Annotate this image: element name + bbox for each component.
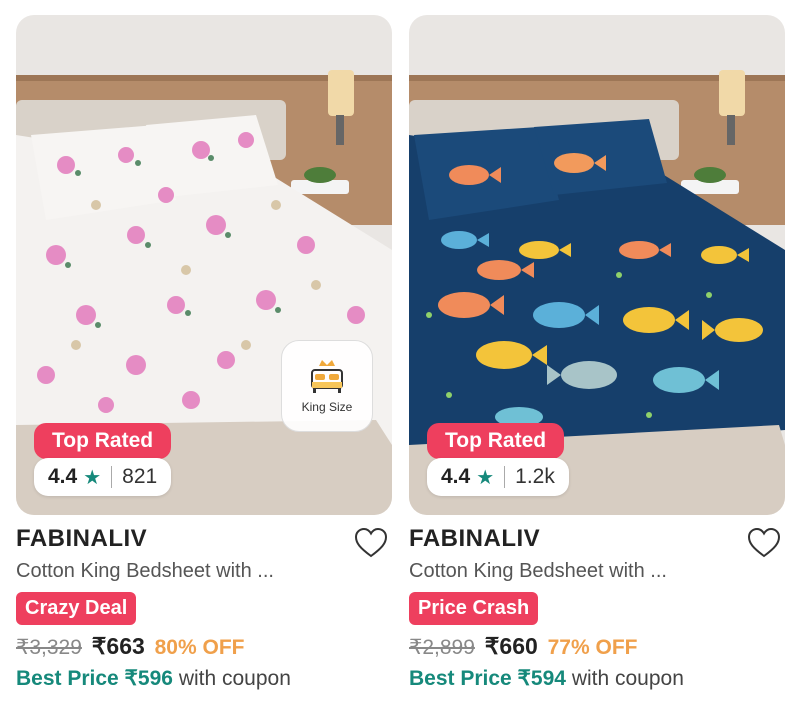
product-title[interactable]: Cotton King Bedsheet with ... xyxy=(16,560,274,583)
best-price-row: Best Price ₹594 with coupon xyxy=(409,666,684,691)
product-card[interactable]: Top Rated 4.4 ★ 1.2k FABINALIV Cotton Ki… xyxy=(409,15,785,715)
rating-value: 4.4 xyxy=(48,465,78,488)
rating-count: 1.2k xyxy=(515,465,555,488)
bed-crown-icon xyxy=(311,360,343,393)
deal-badge: Price Crash xyxy=(409,592,539,625)
coupon-suffix: with coupon xyxy=(178,667,291,690)
selling-price: ₹663 xyxy=(91,633,145,659)
product-image[interactable]: Top Rated 4.4 ★ 1.2k xyxy=(409,15,785,515)
brand-name: FABINALIV xyxy=(16,525,148,552)
star-icon: ★ xyxy=(83,466,102,489)
best-price-label: Best Price ₹594 xyxy=(409,667,566,690)
king-size-tag: King Size xyxy=(281,340,373,432)
coupon-suffix: with coupon xyxy=(571,667,684,690)
deal-badge: Crazy Deal xyxy=(16,592,137,625)
discount-percent: 77% OFF xyxy=(547,636,638,659)
discount-percent: 80% OFF xyxy=(154,636,245,659)
mrp-price: ₹2,899 xyxy=(409,636,475,659)
price-row: ₹3,329 ₹663 80% OFF xyxy=(16,633,244,660)
wishlist-heart-icon[interactable] xyxy=(354,527,388,559)
wishlist-heart-icon[interactable] xyxy=(747,527,781,559)
rating-divider xyxy=(504,466,506,488)
rating-chip: 4.4 ★ 1.2k xyxy=(427,458,569,496)
product-image[interactable]: King Size Top Rated 4.4 ★ 821 xyxy=(16,15,392,515)
rating-chip: 4.4 ★ 821 xyxy=(34,458,172,496)
best-price-label: Best Price ₹596 xyxy=(16,667,173,690)
selling-price: ₹660 xyxy=(484,633,538,659)
size-tag-label: King Size xyxy=(301,400,353,414)
brand-name: FABINALIV xyxy=(409,525,541,552)
rating-divider xyxy=(111,466,113,488)
mrp-price: ₹3,329 xyxy=(16,636,82,659)
best-price-row: Best Price ₹596 with coupon xyxy=(16,666,291,691)
product-card[interactable]: King Size Top Rated 4.4 ★ 821 FABINALIV … xyxy=(16,15,392,715)
star-icon: ★ xyxy=(476,466,495,489)
rating-value: 4.4 xyxy=(441,465,471,488)
product-title[interactable]: Cotton King Bedsheet with ... xyxy=(409,560,667,583)
top-rated-badge: Top Rated xyxy=(34,423,172,459)
top-rated-badge: Top Rated xyxy=(427,423,565,459)
rating-count: 821 xyxy=(122,465,158,488)
price-row: ₹2,899 ₹660 77% OFF xyxy=(409,633,637,660)
